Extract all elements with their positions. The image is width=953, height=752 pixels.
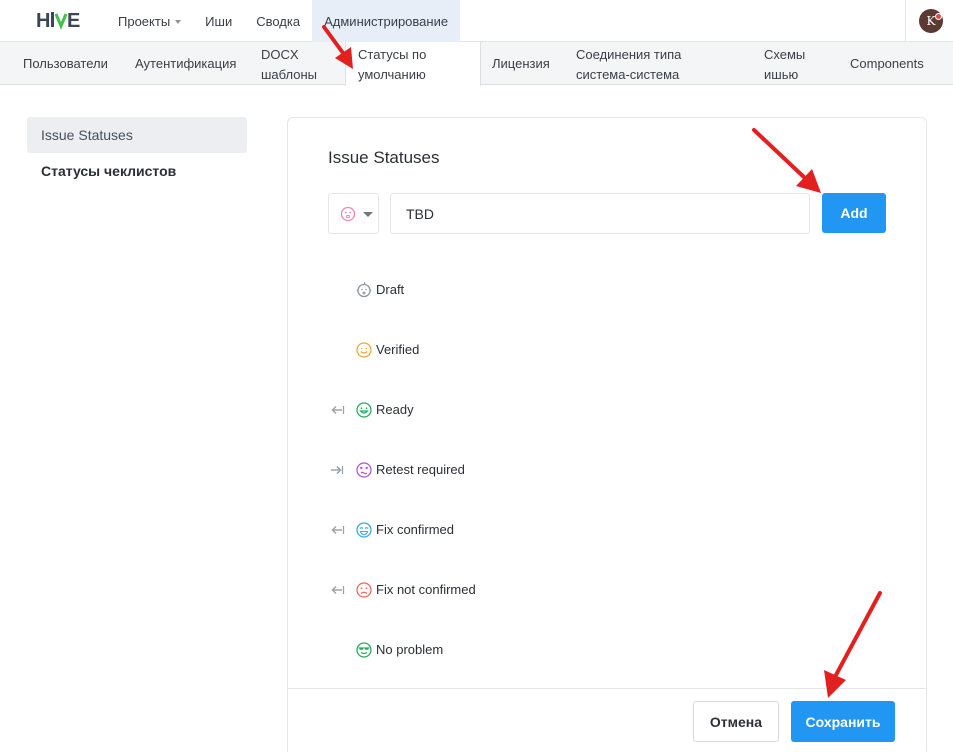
chevron-down-icon: [363, 212, 373, 217]
save-button[interactable]: Сохранить: [791, 701, 895, 742]
user-menu[interactable]: K: [905, 0, 953, 42]
tab-users[interactable]: Пользователи: [23, 42, 108, 85]
nav-projects-label: Проекты: [118, 13, 171, 29]
status-icon-picker[interactable]: [328, 193, 379, 234]
status-label: Verified: [376, 342, 420, 357]
cool-face-icon: [356, 642, 372, 658]
dizzy-face-icon: [356, 462, 372, 478]
nav-summary[interactable]: Сводка: [244, 0, 312, 42]
nav-administration-label: Администрирование: [324, 13, 449, 29]
arrow-left-icon[interactable]: [328, 400, 346, 420]
tab-issue-schemes[interactable]: Схемы ишью: [764, 42, 805, 85]
tab-docx-templates[interactable]: DOCX шаблоны: [261, 42, 317, 85]
svg-text:H: H: [36, 10, 50, 32]
issue-statuses-card: Issue Statuses Add Draft: [287, 117, 927, 752]
notification-dot: [935, 13, 942, 20]
status-row-draft[interactable]: Draft: [288, 260, 926, 320]
nav-administration[interactable]: Администрирование: [312, 0, 461, 42]
tab-system-connections-line1: Соединения типа: [576, 47, 682, 62]
status-row-no-problem[interactable]: No problem: [288, 620, 926, 680]
status-row-fix-confirmed[interactable]: Fix confirmed: [288, 500, 926, 560]
sidebar-item-issue-statuses[interactable]: Issue Statuses: [27, 117, 247, 153]
neutral-face-icon: [340, 206, 356, 222]
admin-tabs: Пользователи Аутентификация DOCX шаблоны…: [0, 42, 953, 86]
tab-authentication-label: Аутентификация: [135, 55, 237, 71]
nav-issues[interactable]: Иши: [193, 0, 244, 42]
status-row-fix-not-confirmed[interactable]: Fix not confirmed: [288, 560, 926, 620]
status-name-input[interactable]: [390, 193, 810, 234]
nav-issues-label: Иши: [205, 13, 233, 29]
tab-issue-schemes-line1: Схемы: [764, 47, 806, 62]
logo-text: HiVE: [0, 0, 1, 1]
card-footer: Отмена Сохранить: [288, 688, 926, 752]
hive-logo[interactable]: H E: [36, 8, 84, 32]
sad-face-icon: [356, 582, 372, 598]
tab-authentication[interactable]: Аутентификация: [135, 42, 236, 85]
add-button[interactable]: Add: [822, 193, 886, 233]
tab-default-statuses-line1: Статусы по: [358, 47, 427, 62]
nav-summary-label: Сводка: [256, 13, 301, 29]
status-label: Ready: [376, 402, 414, 417]
status-label: Draft: [376, 282, 405, 297]
nav-projects[interactable]: Проекты: [106, 0, 193, 42]
sidebar-item-label: Статусы чеклистов: [41, 163, 177, 179]
main-nav: Проекты Иши Сводка Администрирование: [106, 0, 461, 42]
arrow-left-icon[interactable]: [328, 580, 346, 600]
happy-face-icon: [356, 402, 372, 418]
status-label: Fix not confirmed: [376, 582, 476, 597]
tab-default-statuses[interactable]: Статусы по умолчанию: [345, 42, 481, 86]
status-label: No problem: [376, 642, 444, 657]
baby-face-icon: [356, 281, 372, 298]
cancel-button[interactable]: Отмена: [693, 701, 779, 742]
svg-text:E: E: [67, 10, 80, 32]
sidebar-item-label: Issue Statuses: [41, 127, 133, 143]
smile-face-icon: [356, 342, 372, 358]
tab-docx-templates-line1: DOCX: [261, 47, 299, 62]
tab-default-statuses-line2: умолчанию: [358, 67, 426, 82]
cry-face-icon: [356, 522, 372, 538]
status-row-retest-required[interactable]: Retest required: [288, 440, 926, 500]
arrow-left-icon[interactable]: [328, 520, 346, 540]
card-title: Issue Statuses: [328, 148, 440, 167]
status-row-ready[interactable]: Ready: [288, 380, 926, 440]
tab-system-connections[interactable]: Соединения типа система-система: [576, 42, 681, 85]
top-header: H E HiVE Проекты Иши Сводка Администриро…: [0, 0, 953, 42]
status-label: Retest required: [376, 462, 465, 477]
tab-components[interactable]: Components: [850, 42, 924, 85]
sidebar-item-checklist-statuses[interactable]: Статусы чеклистов: [27, 153, 247, 189]
status-label: Fix confirmed: [376, 522, 455, 537]
tab-users-label: Пользователи: [23, 55, 108, 71]
tab-license[interactable]: Лицензия: [492, 42, 550, 85]
tab-components-label: Components: [850, 55, 924, 71]
chevron-down-icon: [175, 19, 182, 24]
tab-license-label: Лицензия: [492, 55, 550, 71]
tab-docx-templates-line2: шаблоны: [261, 67, 318, 82]
tab-system-connections-line2: система-система: [576, 67, 680, 82]
arrow-right-icon[interactable]: [328, 460, 346, 480]
status-row-verified[interactable]: Verified: [288, 320, 926, 380]
tab-issue-schemes-line2: ишью: [764, 67, 799, 82]
